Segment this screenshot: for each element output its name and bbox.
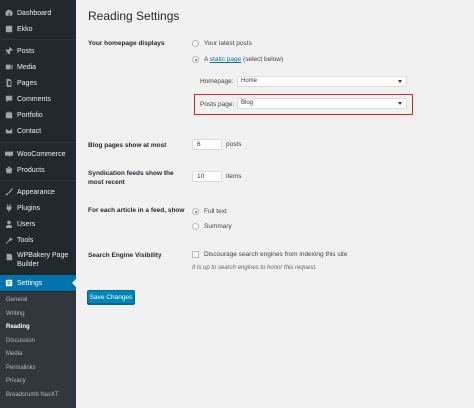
sidebar-item-label: Users (17, 220, 36, 228)
blog-pages-label: Blog pages show at most (88, 142, 167, 149)
submenu-item-privacy[interactable]: Privacy (6, 378, 26, 384)
page-title: Reading Settings (88, 9, 180, 23)
user-icon (4, 220, 13, 229)
sidebar-item-comments[interactable]: Comments (0, 91, 76, 107)
submenu-item-writing[interactable]: Writing (6, 311, 25, 317)
sidebar-item-dashboard[interactable]: Dashboard (0, 5, 76, 21)
dashboard-icon (4, 9, 13, 18)
posts-page-select-value: Blog (241, 100, 254, 106)
portfolio-icon (4, 111, 13, 120)
submenu-item-reading[interactable]: Reading (6, 324, 30, 330)
full-text-label[interactable]: Full text (204, 208, 227, 215)
posts-per-page-input[interactable]: 6 (192, 139, 222, 150)
woocommerce-icon (4, 150, 13, 159)
discourage-search-checkbox[interactable] (192, 251, 199, 258)
sidebar-item-woocommerce[interactable]: WooCommerce (0, 146, 76, 162)
pin-icon (4, 47, 13, 56)
sidebar-item-label: Plugins (17, 204, 40, 212)
sidebar-item-plugins[interactable]: Plugins (0, 200, 76, 216)
settings-submenu: General Writing Reading Discussion Media… (0, 292, 76, 408)
syndication-label-line1: Syndication feeds show the (88, 170, 174, 177)
full-text-radio[interactable] (192, 208, 199, 215)
sidebar-item-label: Contact (17, 127, 42, 135)
search-visibility-description: It is up to search engines to honor this… (192, 265, 317, 271)
homepage-select[interactable]: Home (237, 76, 407, 87)
page-icon (4, 79, 13, 88)
static-page-radio[interactable] (192, 56, 199, 63)
syndication-label-line2: most recent (88, 179, 125, 186)
wpbakery-icon (4, 252, 13, 261)
admin-sidebar: Dashboard Ekko Posts Media Pages Comment… (0, 0, 76, 408)
posts-unit-label: posts (226, 141, 242, 148)
ekko-icon (4, 25, 13, 34)
syndication-label: Syndication feeds show the most recent (88, 169, 174, 187)
sidebar-item-contact[interactable]: Contact (0, 123, 76, 139)
sidebar-item-label: Products (17, 166, 45, 174)
sidebar-item-users[interactable]: Users (0, 216, 76, 232)
sidebar-separator (0, 142, 76, 143)
save-changes-button[interactable]: Save Changes (87, 290, 135, 304)
sidebar-item-appearance[interactable]: Appearance (0, 184, 76, 200)
sidebar-item-products[interactable]: Products (0, 162, 76, 178)
submenu-item-media[interactable]: Media (6, 351, 22, 357)
latest-posts-label[interactable]: Your latest posts (204, 40, 252, 47)
summary-label[interactable]: Summary (204, 223, 232, 230)
sidebar-separator (0, 39, 76, 40)
sidebar-item-label: Media (17, 63, 37, 71)
feed-article-label: For each article in a feed, show (88, 207, 185, 214)
posts-page-select[interactable]: Blog (237, 98, 407, 109)
sidebar-item-ekko[interactable]: Ekko (0, 21, 76, 37)
mail-icon (4, 127, 13, 136)
sidebar-item-label: WooCommerce (17, 150, 66, 158)
sidebar-item-settings[interactable]: Settings (0, 275, 76, 291)
homepage-select-label: Homepage: (200, 78, 234, 85)
static-page-label[interactable]: A static page (select below) (204, 56, 283, 63)
sidebar-separator (0, 180, 76, 181)
homepage-displays-label: Your homepage displays (88, 40, 165, 47)
settings-content: Reading Settings Your homepage displays … (76, 0, 474, 408)
sidebar-item-label: Tools (17, 236, 34, 244)
sidebar-item-label: Ekko (17, 25, 33, 33)
comment-icon (4, 95, 13, 104)
syndication-count-input[interactable]: 10 (192, 171, 222, 182)
submenu-item-breadcrumb-navxt[interactable]: Breadcrumb NavXT (6, 392, 59, 398)
latest-posts-radio[interactable] (192, 40, 199, 47)
sidebar-item-wpbakery[interactable]: WPBakery Page Builder (0, 248, 76, 272)
homepage-select-value: Home (241, 78, 258, 84)
plugin-icon (4, 204, 13, 213)
sidebar-item-label: Settings (17, 279, 43, 287)
submenu-item-permalinks[interactable]: Permalinks (6, 365, 36, 371)
sidebar-item-tools[interactable]: Tools (0, 232, 76, 248)
sidebar-item-posts[interactable]: Posts (0, 43, 76, 59)
submenu-item-general[interactable]: General (6, 297, 27, 303)
summary-radio[interactable] (192, 223, 199, 230)
posts-page-select-label: Posts page: (200, 101, 235, 108)
settings-icon (4, 279, 13, 288)
sidebar-item-label: Pages (17, 79, 37, 87)
sidebar-item-portfolio[interactable]: Portfolio (0, 107, 76, 123)
sidebar-item-label: Comments (17, 95, 51, 103)
sidebar-item-pages[interactable]: Pages (0, 75, 76, 91)
static-page-link[interactable]: static page (210, 56, 241, 63)
sidebar-item-media[interactable]: Media (0, 59, 76, 75)
sidebar-item-label: Appearance (17, 188, 55, 196)
sidebar-item-label: WPBakery Page Builder (17, 252, 69, 268)
wrench-icon (4, 236, 13, 245)
items-unit-label: items (226, 173, 242, 180)
sidebar-item-label: Portfolio (17, 111, 43, 119)
submenu-item-discussion[interactable]: Discussion (6, 338, 35, 344)
sidebar-item-label: Dashboard (17, 9, 52, 17)
sidebar-item-label: Posts (17, 47, 35, 55)
discourage-search-label[interactable]: Discourage search engines from indexing … (204, 251, 347, 258)
brush-icon (4, 188, 13, 197)
chevron-down-icon (398, 102, 402, 105)
media-icon (4, 63, 13, 72)
chevron-down-icon (398, 80, 402, 83)
search-visibility-label: Search Engine Visibility (88, 252, 162, 259)
static-page-suffix: (select below) (243, 56, 284, 63)
products-icon (4, 166, 13, 175)
static-page-prefix: A (204, 56, 208, 63)
